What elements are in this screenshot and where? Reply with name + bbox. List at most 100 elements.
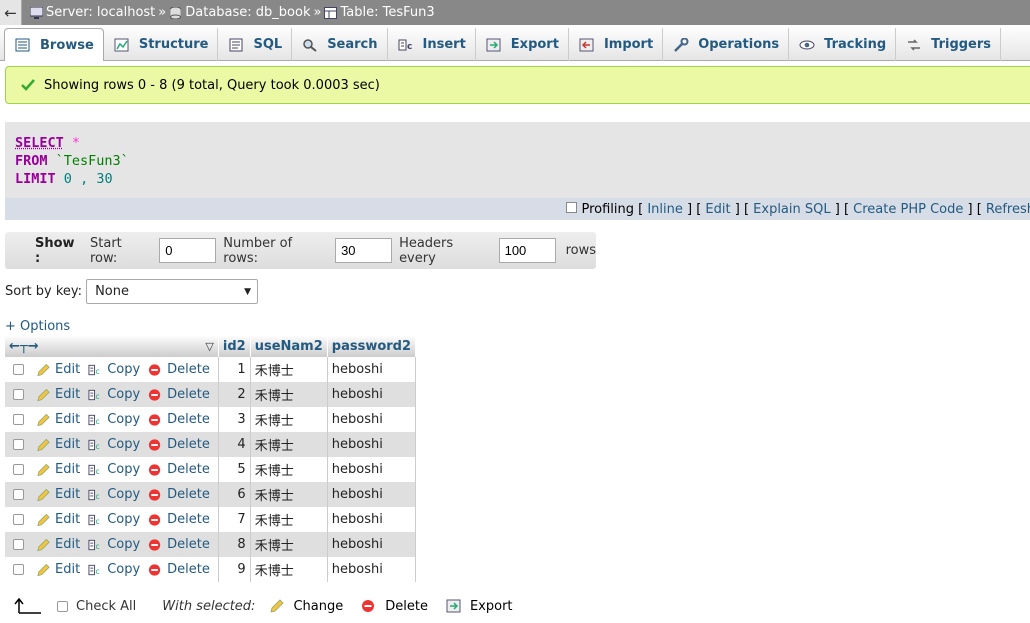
breadcrumb-table[interactable]: Table: TesFun3 — [324, 5, 434, 20]
row-copy-link[interactable]: c Copy — [88, 462, 140, 477]
row-copy-link[interactable]: c Copy — [88, 512, 140, 527]
cell-usenam2[interactable]: 禾博士 — [250, 457, 327, 482]
cell-usenam2[interactable]: 禾博士 — [250, 482, 327, 507]
row-checkbox[interactable] — [13, 539, 24, 550]
row-copy-link[interactable]: c Copy — [88, 562, 140, 577]
row-delete-link[interactable]: Delete — [148, 487, 210, 502]
cell-password2[interactable]: heboshi — [327, 432, 415, 457]
sql-query-box[interactable]: SELECT * FROM `TesFun3` LIMIT 0 , 30 — [5, 122, 1030, 198]
row-checkbox[interactable] — [13, 489, 24, 500]
row-edit-link[interactable]: Edit — [36, 537, 80, 552]
cell-password2[interactable]: heboshi — [327, 382, 415, 407]
row-delete-link[interactable]: Delete — [148, 412, 210, 427]
column-menu-icon[interactable]: ▽ — [205, 340, 213, 353]
explain-sql-link[interactable]: Explain SQL — [753, 202, 830, 217]
cell-id2[interactable]: 2 — [218, 382, 250, 407]
breadcrumb-server[interactable]: Server: localhost — [30, 5, 155, 20]
row-edit-link[interactable]: Edit — [36, 487, 80, 502]
row-delete-link[interactable]: Delete — [148, 512, 210, 527]
tab-operations[interactable]: Operations — [663, 28, 789, 61]
options-link[interactable]: + Options — [5, 319, 70, 334]
profiling-checkbox[interactable] — [566, 202, 577, 213]
row-checkbox[interactable] — [13, 364, 24, 375]
cell-password2[interactable]: heboshi — [327, 357, 415, 382]
bulk-export-button[interactable]: Export — [446, 599, 513, 614]
cell-password2[interactable]: heboshi — [327, 507, 415, 532]
cell-password2[interactable]: heboshi — [327, 557, 415, 582]
inline-link[interactable]: Inline — [647, 202, 683, 217]
tab-tracking[interactable]: Tracking — [789, 28, 896, 61]
cell-id2[interactable]: 8 — [218, 532, 250, 557]
bulk-change-button[interactable]: Change — [269, 599, 343, 614]
column-header-password2[interactable]: password2 — [327, 335, 415, 357]
row-edit-link[interactable]: Edit — [36, 462, 80, 477]
row-edit-link[interactable]: Edit — [36, 412, 80, 427]
cell-id2[interactable]: 7 — [218, 507, 250, 532]
row-checkbox[interactable] — [13, 414, 24, 425]
cell-id2[interactable]: 5 — [218, 457, 250, 482]
tab-search[interactable]: Search — [292, 28, 387, 61]
row-delete-link[interactable]: Delete — [148, 387, 210, 402]
cell-usenam2[interactable]: 禾博士 — [250, 382, 327, 407]
headers-every-input[interactable] — [499, 238, 556, 263]
cell-usenam2[interactable]: 禾博士 — [250, 507, 327, 532]
copy-icon: c — [88, 463, 103, 477]
row-edit-link[interactable]: Edit — [36, 437, 80, 452]
row-edit-link[interactable]: Edit — [36, 387, 80, 402]
cell-usenam2[interactable]: 禾博士 — [250, 557, 327, 582]
cell-password2[interactable]: heboshi — [327, 457, 415, 482]
refresh-link[interactable]: Refresh — [986, 202, 1030, 217]
row-delete-link[interactable]: Delete — [148, 537, 210, 552]
back-arrow-icon[interactable]: ← — [0, 0, 22, 25]
row-copy-link[interactable]: c Copy — [88, 412, 140, 427]
row-copy-link[interactable]: c Copy — [88, 487, 140, 502]
cell-password2[interactable]: heboshi — [327, 532, 415, 557]
row-delete-link[interactable]: Delete — [148, 437, 210, 452]
cell-id2[interactable]: 3 — [218, 407, 250, 432]
row-checkbox[interactable] — [13, 464, 24, 475]
tab-browse[interactable]: Browse — [4, 28, 104, 61]
row-copy-link[interactable]: c Copy — [88, 437, 140, 452]
row-copy-link[interactable]: c Copy — [88, 387, 140, 402]
cell-usenam2[interactable]: 禾博士 — [250, 532, 327, 557]
row-copy-link[interactable]: c Copy — [88, 537, 140, 552]
cell-usenam2[interactable]: 禾博士 — [250, 432, 327, 457]
column-header-usenam2[interactable]: useNam2 — [250, 335, 327, 357]
row-delete-link[interactable]: Delete — [148, 462, 210, 477]
column-resize-icon[interactable]: ←┬→ — [9, 339, 39, 354]
tab-sql[interactable]: SQL — [218, 28, 292, 61]
sort-key-select[interactable]: None ▼ — [86, 279, 258, 304]
tab-export[interactable]: Export — [476, 28, 569, 61]
row-checkbox[interactable] — [13, 514, 24, 525]
cell-usenam2[interactable]: 禾博士 — [250, 407, 327, 432]
check-all-checkbox[interactable] — [57, 601, 68, 612]
cell-id2[interactable]: 1 — [218, 357, 250, 382]
tab-insert[interactable]: c Insert — [388, 28, 476, 61]
cell-password2[interactable]: heboshi — [327, 482, 415, 507]
breadcrumb-database[interactable]: Database: db_book — [169, 5, 310, 20]
row-edit-link[interactable]: Edit — [36, 562, 80, 577]
tab-triggers[interactable]: Triggers — [896, 28, 1001, 61]
cell-id2[interactable]: 6 — [218, 482, 250, 507]
bulk-delete-button[interactable]: Delete — [361, 599, 428, 614]
column-header-id2[interactable]: id2 — [218, 335, 250, 357]
row-copy-link[interactable]: c Copy — [88, 362, 140, 377]
row-checkbox[interactable] — [13, 564, 24, 575]
create-php-link[interactable]: Create PHP Code — [853, 202, 963, 217]
row-edit-link[interactable]: Edit — [36, 512, 80, 527]
cell-usenam2[interactable]: 禾博士 — [250, 357, 327, 382]
row-delete-link[interactable]: Delete — [148, 562, 210, 577]
tab-structure[interactable]: Structure — [104, 28, 219, 61]
cell-id2[interactable]: 4 — [218, 432, 250, 457]
row-checkbox[interactable] — [13, 389, 24, 400]
start-row-input[interactable] — [159, 238, 216, 263]
row-checkbox[interactable] — [13, 439, 24, 450]
row-edit-link[interactable]: Edit — [36, 362, 80, 377]
tab-import[interactable]: Import — [569, 28, 663, 61]
cell-id2[interactable]: 9 — [218, 557, 250, 582]
check-all-label[interactable]: Check All — [76, 599, 136, 614]
cell-password2[interactable]: heboshi — [327, 407, 415, 432]
edit-sql-link[interactable]: Edit — [705, 202, 730, 217]
row-delete-link[interactable]: Delete — [148, 362, 210, 377]
num-rows-input[interactable] — [335, 238, 392, 263]
